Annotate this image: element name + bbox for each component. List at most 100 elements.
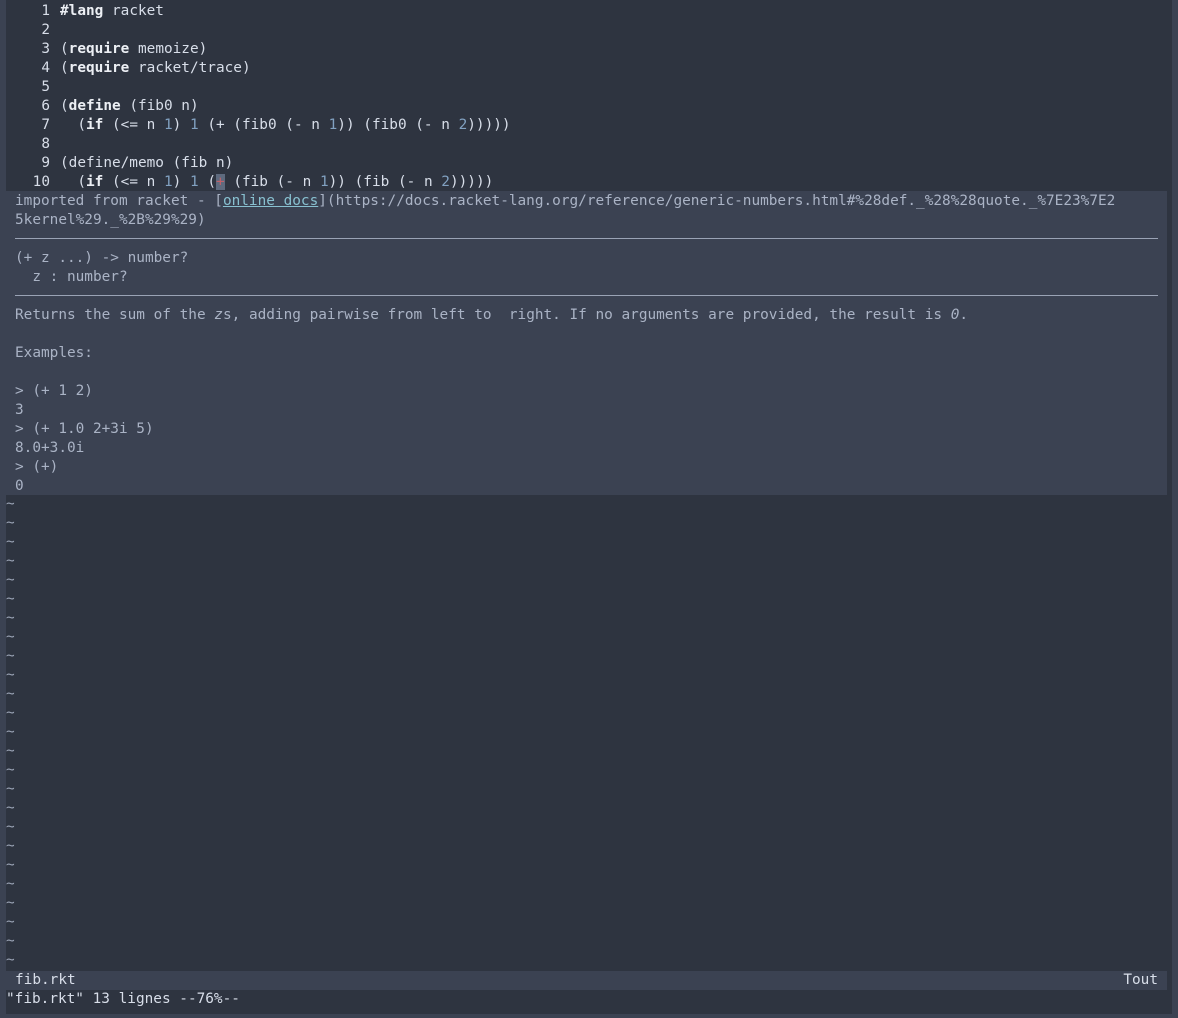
code-text: ( xyxy=(60,98,69,114)
code-keyword: if xyxy=(86,117,104,133)
line-number: 7 xyxy=(41,117,50,133)
code-keyword: define xyxy=(68,98,121,114)
code-text: memoize) xyxy=(129,41,208,57)
code-keyword: if xyxy=(86,174,104,190)
code-number: 1 xyxy=(163,117,173,133)
doc-desc-text: Returns the sum of the xyxy=(15,307,215,323)
empty-line-tilde: ~ xyxy=(6,705,15,721)
empty-line-tilde: ~ xyxy=(6,933,15,949)
empty-line-tilde: ~ xyxy=(6,838,15,854)
code-keyword: require xyxy=(68,41,130,57)
code-line[interactable]: 6 (define (fib0 n) xyxy=(6,97,1172,116)
doc-example-line: 3 xyxy=(15,402,24,418)
code-text: ( xyxy=(60,60,69,76)
code-text: ))))) xyxy=(449,174,494,190)
code-text: ( xyxy=(60,117,86,133)
code-text: (<= n xyxy=(103,174,164,190)
empty-line-tilde: ~ xyxy=(6,819,15,835)
code-editor[interactable]: 1 #lang racket 2 3 (require memoize) 4 (req… xyxy=(6,2,1172,192)
code-text: racket/trace) xyxy=(129,60,251,76)
doc-example-line: 0 xyxy=(15,478,24,494)
doc-description: Returns the sum of the zs, adding pairwi… xyxy=(15,306,968,325)
status-filename: fib.rkt xyxy=(15,972,76,988)
code-text: (fib0 n) xyxy=(120,98,199,114)
code-text: (<= n xyxy=(103,117,164,133)
code-number: 1 xyxy=(328,117,338,133)
empty-buffer-lines: ~ ~ ~ ~ ~ ~ ~ ~ ~ ~ ~ ~ ~ ~ ~ ~ ~ ~ ~ ~ ~ ~ ~ ~ ~ xyxy=(6,495,66,970)
empty-line-tilde: ~ xyxy=(6,534,15,550)
code-number: 1 xyxy=(163,174,173,190)
empty-line-tilde: ~ xyxy=(6,515,15,531)
code-text: ) xyxy=(172,174,190,190)
doc-signature-arg: z : number? xyxy=(15,269,128,285)
doc-divider xyxy=(15,238,1158,239)
doc-desc-text: . xyxy=(959,307,969,323)
doc-desc-emphasis: z xyxy=(214,307,223,323)
code-text: ))))) xyxy=(467,117,511,133)
line-number: 8 xyxy=(41,136,50,152)
line-number: 6 xyxy=(41,98,50,114)
line-number: 10 xyxy=(32,174,50,190)
code-line[interactable]: 8 xyxy=(6,135,1172,154)
code-line[interactable]: 3 (require memoize) xyxy=(6,40,1172,59)
empty-line-tilde: ~ xyxy=(6,591,15,607)
doc-url: ](https://docs.racket-lang.org/reference… xyxy=(318,193,1116,209)
empty-line-tilde: ~ xyxy=(6,629,15,645)
empty-line-tilde: ~ xyxy=(6,496,15,512)
code-text: ( xyxy=(60,41,69,57)
line-number: 1 xyxy=(41,3,50,19)
empty-line-tilde: ~ xyxy=(6,762,15,778)
empty-line-tilde: ~ xyxy=(6,667,15,683)
hover-doc-popup[interactable]: imported from racket - [online docs](htt… xyxy=(6,191,1167,495)
online-docs-link[interactable]: online docs xyxy=(223,193,318,209)
doc-examples-label: Examples: xyxy=(15,345,93,361)
code-text: (fib (- n xyxy=(224,174,320,190)
command-line[interactable]: "fib.rkt" 13 lignes --76%-- xyxy=(6,990,240,1009)
empty-line-tilde: ~ xyxy=(6,876,15,892)
status-position: Tout xyxy=(1123,972,1158,988)
doc-source-line: imported from racket - [online docs](htt… xyxy=(15,192,1115,211)
line-number: 5 xyxy=(41,79,50,95)
doc-example-line: > (+ 1 2) xyxy=(15,383,93,399)
code-line[interactable]: 10 (if (<= n 1) 1 (+ (fib (- n 1)) (fib … xyxy=(6,173,1172,192)
code-number: 1 xyxy=(189,117,199,133)
doc-divider xyxy=(15,295,1158,296)
code-text: )) (fib0 (- n xyxy=(337,117,459,133)
status-line: fib.rkt Tout xyxy=(6,971,1167,990)
code-text: racket xyxy=(103,3,164,19)
doc-signature: (+ z ...) -> number? xyxy=(15,250,189,266)
vim-window: 1 #lang racket 2 3 (require memoize) 4 (req… xyxy=(0,0,1178,1018)
empty-line-tilde: ~ xyxy=(6,914,15,930)
empty-line-tilde: ~ xyxy=(6,781,15,797)
doc-desc-text: s, adding pairwise from left to right. I… xyxy=(222,307,951,323)
window-edge-bottom xyxy=(0,1014,1178,1018)
doc-url-continued: 5kernel%29._%2B%29%29) xyxy=(15,212,206,228)
empty-line-tilde: ~ xyxy=(6,610,15,626)
code-line[interactable]: 7 (if (<= n 1) 1 (+ (fib0 (- n 1)) (fib0… xyxy=(6,116,1172,135)
text-cursor[interactable]: + xyxy=(215,174,225,190)
code-line[interactable]: 5 xyxy=(6,78,1172,97)
code-text: ( xyxy=(60,174,86,190)
code-keyword: require xyxy=(68,60,130,76)
line-number: 9 xyxy=(41,155,50,171)
doc-source-prefix: imported from racket - [ xyxy=(15,193,223,209)
code-keyword: #lang xyxy=(60,3,104,19)
code-line[interactable]: 1 #lang racket xyxy=(6,2,1172,21)
code-text: ) xyxy=(172,117,190,133)
empty-line-tilde: ~ xyxy=(6,895,15,911)
empty-line-tilde: ~ xyxy=(6,686,15,702)
code-line[interactable]: 9 (define/memo (fib n) xyxy=(6,154,1172,173)
code-number: 1 xyxy=(189,174,199,190)
line-number: 2 xyxy=(41,22,50,38)
code-text: (+ (fib0 (- n xyxy=(198,117,329,133)
empty-line-tilde: ~ xyxy=(6,952,15,968)
code-number: 1 xyxy=(319,174,329,190)
window-edge-right xyxy=(1172,0,1178,1018)
empty-line-tilde: ~ xyxy=(6,553,15,569)
doc-example-line: > (+) xyxy=(15,459,59,475)
code-number: 2 xyxy=(441,174,450,190)
empty-line-tilde: ~ xyxy=(6,648,15,664)
code-line[interactable]: 4 (require racket/trace) xyxy=(6,59,1172,78)
code-line[interactable]: 2 xyxy=(6,21,1172,40)
doc-example-line: > (+ 1.0 2+3i 5) xyxy=(15,421,154,437)
